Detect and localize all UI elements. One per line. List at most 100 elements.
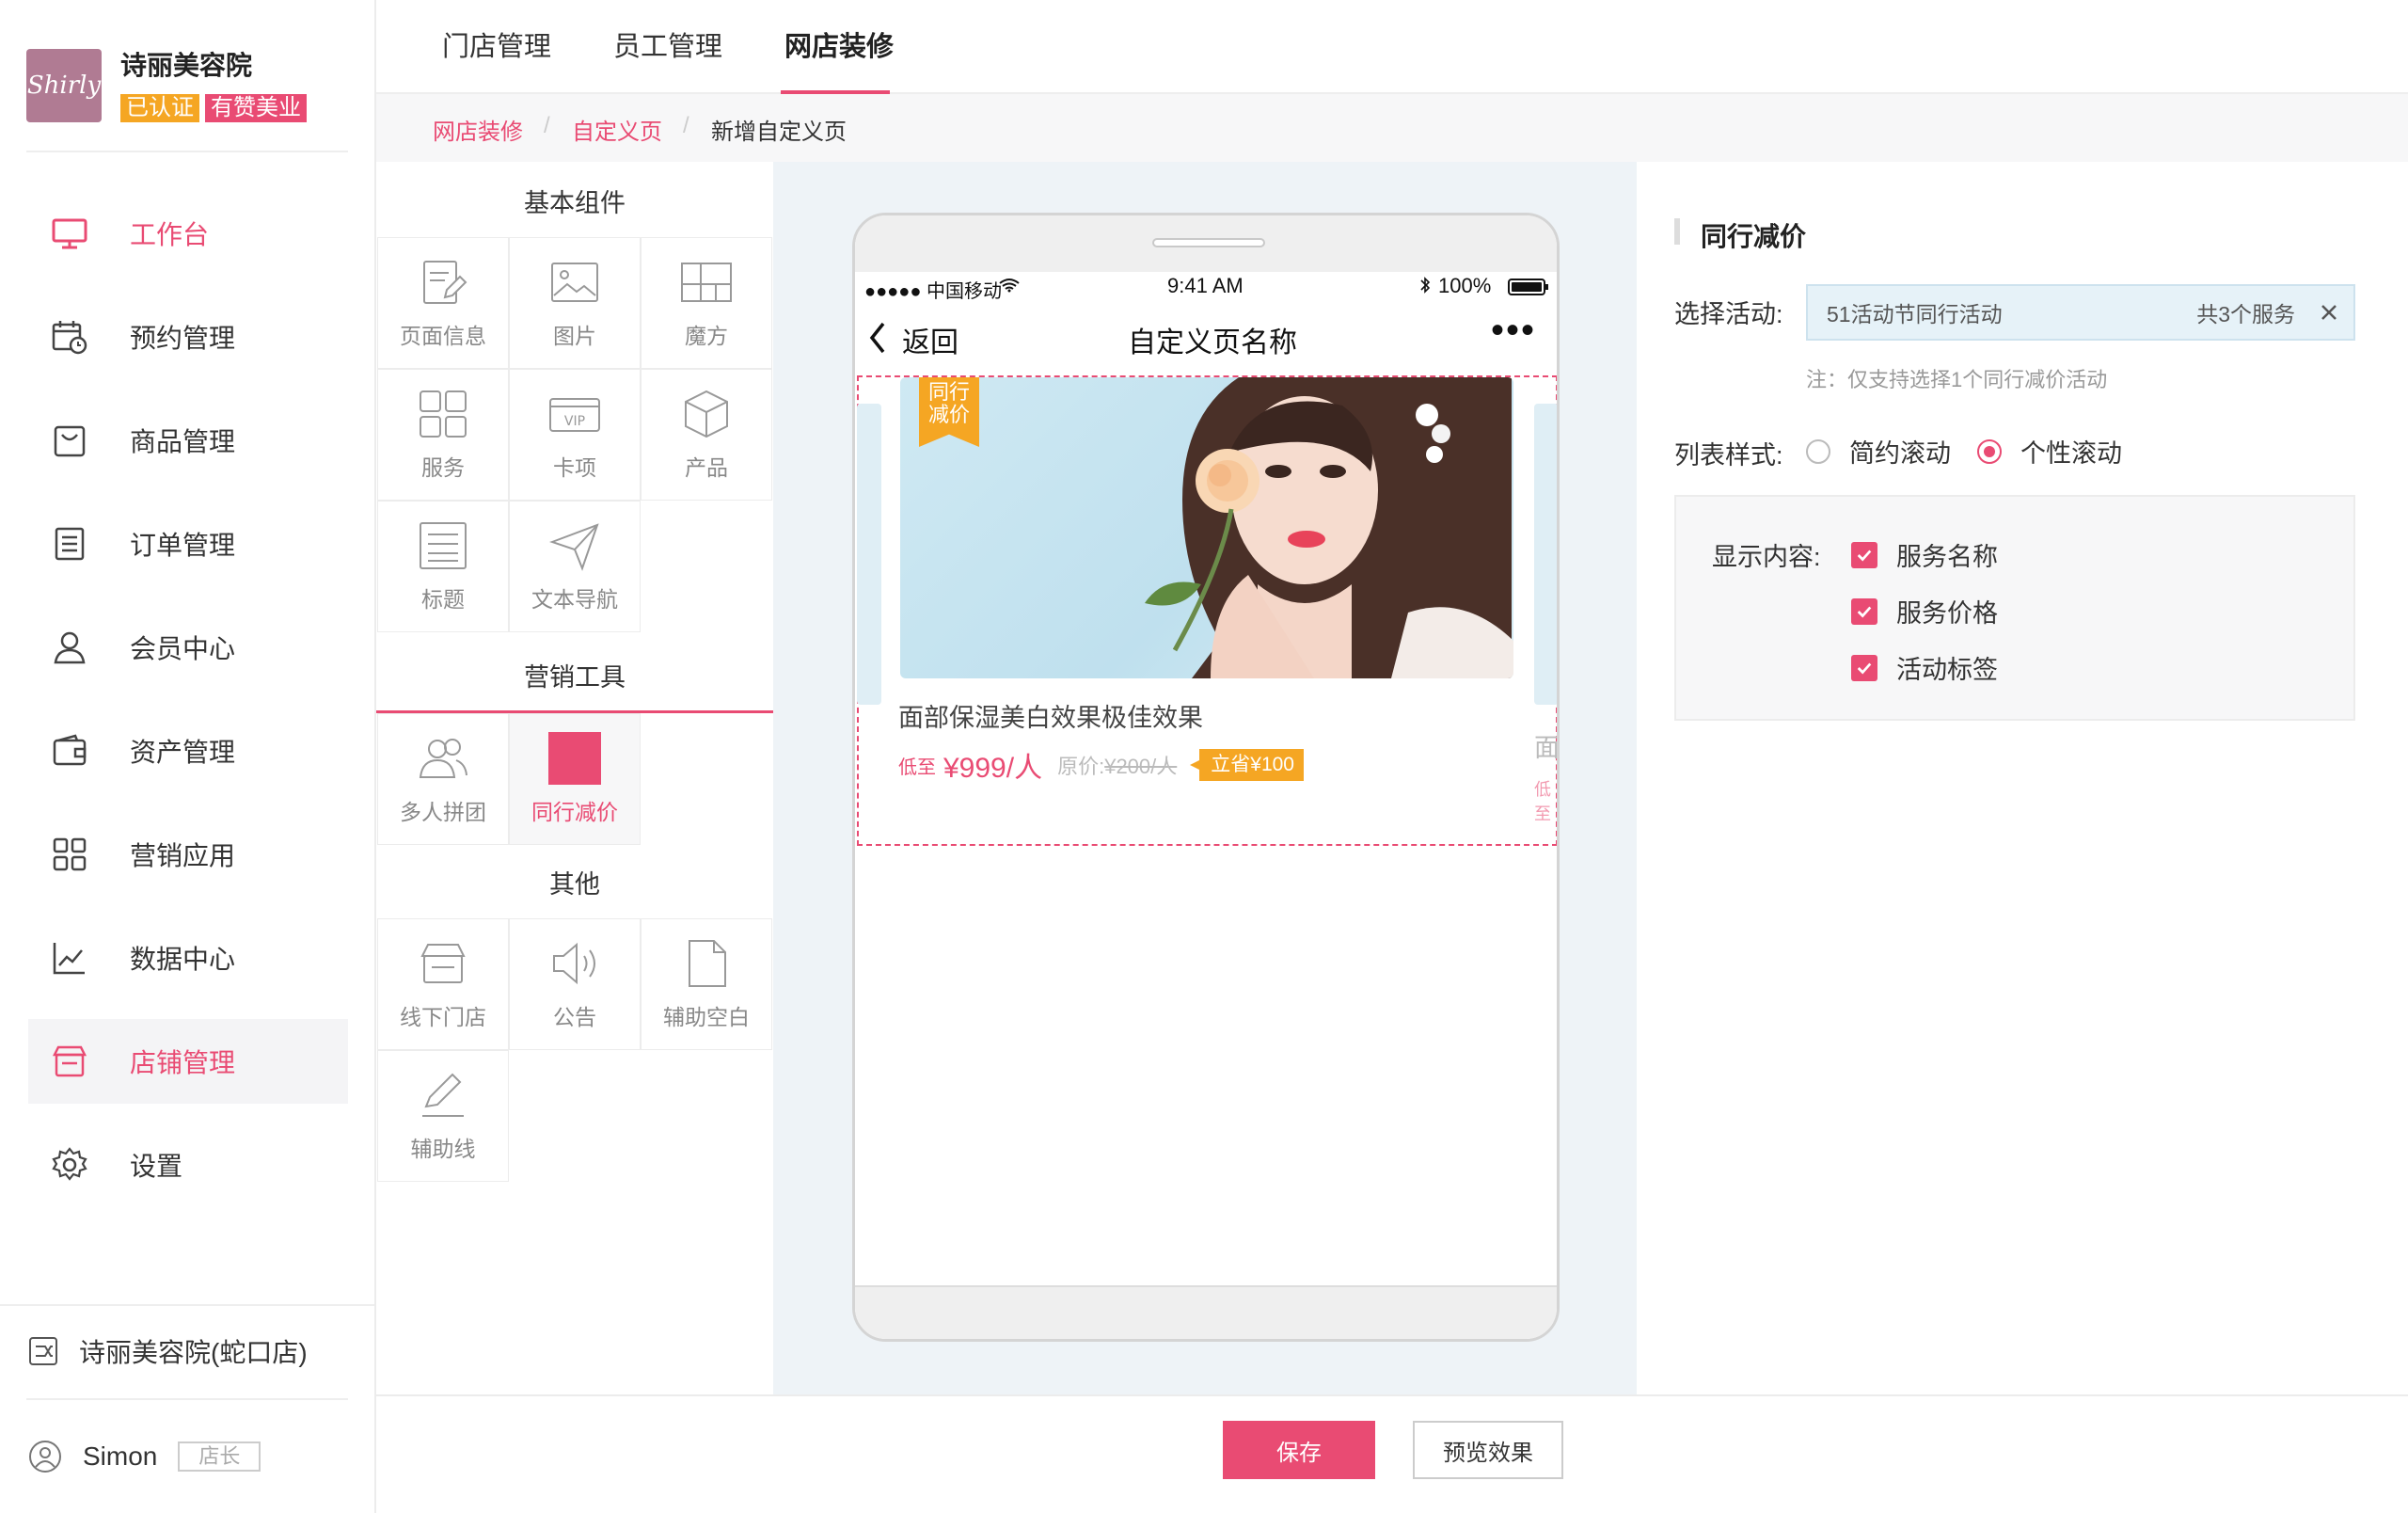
gear-icon — [52, 1147, 87, 1181]
component-label: 魔方 — [685, 324, 728, 348]
radio-simple-scroll[interactable] — [1806, 438, 1830, 464]
branch-name: 诗丽美容院(蛇口店) — [79, 1338, 308, 1367]
carousel-next-card — [1534, 404, 1557, 705]
breadcrumb — [376, 94, 2408, 162]
component-label: 辅助空白 — [663, 1005, 750, 1029]
component-label: 页面信息 — [400, 324, 486, 348]
component-price-cut[interactable]: 同行减价 — [509, 713, 641, 845]
shop-icon — [420, 944, 466, 983]
checkbox-label: 服务名称 — [1896, 543, 1998, 571]
service-title: 面部保湿美白效果极佳效果 — [898, 704, 1203, 732]
box-icon — [685, 390, 728, 438]
grid-apps-icon — [53, 837, 87, 871]
next-card-price: 低至 — [1534, 780, 1551, 823]
breadcrumb-separator: / — [544, 113, 550, 138]
breadcrumb-shop-decoration[interactable]: 网店装修 — [433, 113, 523, 146]
blank-page-icon — [689, 940, 726, 987]
sidebar-item-members[interactable]: 会员中心 — [28, 605, 348, 690]
price-row: 低至 ¥999/人 原价: ¥200/人 立省¥100 — [898, 744, 1304, 786]
bluetooth-icon — [1420, 277, 1431, 294]
component-service[interactable]: 服务 — [377, 369, 509, 501]
radio-custom-scroll[interactable] — [1977, 438, 2002, 464]
preview-button[interactable]: 预览效果 — [1413, 1421, 1563, 1479]
sidebar-item-label: 预约管理 — [130, 324, 236, 353]
sidebar-item-products[interactable]: 商品管理 — [28, 398, 348, 483]
sidebar: Shirly 诗丽美容院 已认证 有赞美业 工作台 预约管理 商品管理 订单管理… — [0, 0, 376, 1513]
sidebar-item-label: 营销应用 — [130, 841, 236, 870]
price-prefix: 低至 — [898, 756, 936, 778]
sidebar-item-appointments[interactable]: 预约管理 — [28, 295, 348, 379]
checkbox-label: 活动标签 — [1896, 656, 1998, 684]
sidebar-item-label: 会员中心 — [130, 634, 236, 663]
component-helper-line[interactable]: 辅助线 — [377, 1050, 509, 1182]
sidebar-item-marketing[interactable]: 营销应用 — [28, 812, 348, 897]
display-option-name[interactable]: 服务名称 — [1851, 536, 1998, 573]
checkbox-service-name[interactable] — [1851, 541, 1877, 568]
sidebar-item-assets[interactable]: 资产管理 — [28, 709, 348, 793]
magic-cube-icon — [681, 263, 732, 302]
component-label: 卡项 — [553, 455, 596, 480]
back-arrow-icon[interactable] — [868, 321, 887, 355]
vip-card-icon: VIP — [549, 398, 600, 432]
component-title[interactable]: 标题 — [377, 501, 509, 632]
tab-store-management[interactable]: 门店管理 — [442, 24, 551, 64]
breadcrumb-current: 新增自定义页 — [711, 119, 847, 145]
image-icon — [551, 263, 598, 302]
clear-icon[interactable] — [2320, 303, 2338, 322]
user-profile[interactable]: Simon 店长 — [28, 1428, 261, 1485]
sidebar-item-orders[interactable]: 订单管理 — [28, 502, 348, 586]
calendar-clock-icon — [52, 321, 87, 355]
component-page-info[interactable]: 页面信息 — [377, 237, 509, 369]
sidebar-item-label: 订单管理 — [130, 531, 236, 560]
checkbox-activity-tag[interactable] — [1851, 654, 1877, 681]
activity-note: 注：仅支持选择1个同行减价活动 — [1806, 368, 2108, 391]
component-image[interactable]: 图片 — [509, 237, 641, 369]
radio-label: 个性滚动 — [2020, 439, 2122, 468]
user-icon — [54, 631, 86, 664]
display-label: 显示内容: — [1712, 543, 1821, 571]
verified-badge: 已认证 — [120, 94, 199, 122]
activity-value: 51活动节同行活动 — [1827, 302, 2003, 326]
phone-speaker — [1152, 238, 1265, 247]
component-offline-store[interactable]: 线下门店 — [377, 918, 509, 1050]
list-style-label: 列表样式: — [1674, 441, 1783, 470]
footer-bar — [376, 1394, 2408, 1513]
activity-count: 共3个服务 — [2196, 302, 2295, 326]
component-label: 图片 — [553, 324, 596, 348]
component-card[interactable]: VIP 卡项 — [509, 369, 641, 501]
user-name: Simon — [83, 1441, 158, 1471]
sidebar-item-settings[interactable]: 设置 — [28, 1123, 348, 1207]
component-magic-cube[interactable]: 魔方 — [641, 237, 772, 369]
role-tag: 店长 — [178, 1441, 261, 1472]
section-title-marketing: 营销工具 — [524, 663, 626, 692]
nav-back-button[interactable]: 返回 — [902, 319, 958, 360]
checkbox-service-price[interactable] — [1851, 597, 1877, 625]
tab-staff-management[interactable]: 员工管理 — [613, 24, 722, 64]
component-notice[interactable]: 公告 — [509, 918, 641, 1050]
display-option-price[interactable]: 服务价格 — [1851, 593, 1998, 629]
component-group-buy[interactable]: 多人拼团 — [377, 713, 509, 845]
sidebar-item-workbench[interactable]: 工作台 — [28, 191, 348, 276]
breadcrumb-custom-page[interactable]: 自定义页 — [572, 113, 662, 146]
next-card-title: 面 — [1534, 734, 1560, 762]
savings-tag: 立省¥100 — [1190, 749, 1304, 781]
tab-shop-decoration[interactable]: 网店装修 — [784, 24, 894, 64]
price-cut-icon — [548, 732, 601, 785]
sidebar-item-label: 商品管理 — [130, 427, 236, 456]
more-menu-icon[interactable]: ••• — [1491, 310, 1536, 352]
sidebar-item-store[interactable]: 店铺管理 — [28, 1019, 348, 1104]
store-icon — [52, 1045, 87, 1077]
component-product[interactable]: 产品 — [641, 369, 772, 501]
activity-select[interactable]: 51活动节同行活动 共3个服务 — [1806, 284, 2355, 341]
chart-line-icon — [53, 943, 85, 975]
display-option-tag[interactable]: 活动标签 — [1851, 649, 1998, 686]
sidebar-item-data[interactable]: 数据中心 — [28, 916, 348, 1000]
sidebar-item-label: 设置 — [130, 1152, 183, 1181]
save-button[interactable]: 保存 — [1223, 1421, 1375, 1479]
beauty-photo — [1145, 377, 1513, 678]
check-icon — [1857, 606, 1872, 617]
component-label: 线下门店 — [400, 1005, 486, 1029]
component-blank-space[interactable]: 辅助空白 — [641, 918, 772, 1050]
branch-switcher[interactable]: 诗丽美容院(蛇口店) — [28, 1323, 308, 1379]
component-text-nav[interactable]: 文本导航 — [509, 501, 641, 632]
